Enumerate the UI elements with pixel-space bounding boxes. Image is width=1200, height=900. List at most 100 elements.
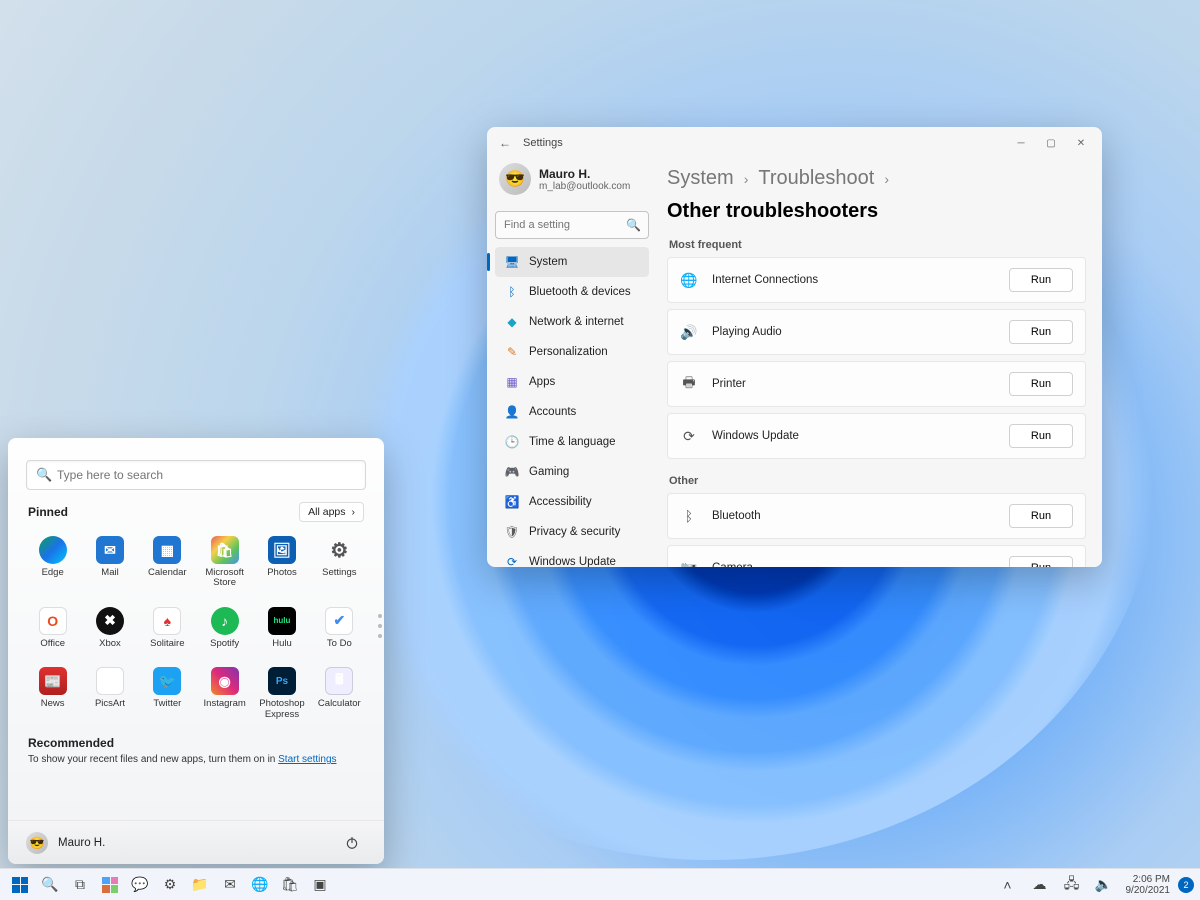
start-user-name: Mauro H. [58, 837, 105, 849]
onedrive-icon[interactable]: ☁ [1026, 871, 1054, 899]
pinned-app-hulu[interactable]: huluHulu [253, 601, 310, 655]
settings-titlebar: ← Settings ─ ▢ ✕ [487, 127, 1102, 159]
all-apps-button[interactable]: All apps › [299, 502, 364, 522]
window-controls: ─ ▢ ✕ [1006, 131, 1096, 155]
sidebar-item-windows-update[interactable]: ⟳Windows Update [495, 547, 649, 567]
network-icon[interactable]: 🖧 [1058, 871, 1086, 899]
nav-label: Privacy & security [529, 526, 620, 538]
app-label: Calendar [148, 568, 187, 578]
taskbar-mail-button[interactable]: ✉ [216, 871, 244, 899]
nav-label: Windows Update [529, 556, 616, 567]
maximize-button[interactable]: ▢ [1036, 131, 1066, 155]
minimize-button[interactable]: ─ [1006, 131, 1036, 155]
pinned-app-office[interactable]: OOffice [24, 601, 81, 655]
pinned-app-news[interactable]: 📰News [24, 661, 81, 726]
run-button[interactable]: Run [1009, 372, 1073, 396]
sidebar-item-privacy-security[interactable]: 🛡Privacy & security [495, 517, 649, 547]
start-footer: 😎 Mauro H. [8, 820, 384, 864]
nav-icon: ᛒ [505, 285, 519, 299]
app-icon: Ps [268, 667, 296, 695]
taskbar-clock[interactable]: 2:06 PM 9/20/2021 [1122, 874, 1175, 896]
pinned-app-picsart[interactable]: P PicsArt [81, 661, 138, 726]
pinned-app-edge[interactable]: Edge [24, 530, 81, 595]
sidebar-item-personalization[interactable]: ✎Personalization [495, 337, 649, 367]
nav-label: Gaming [529, 466, 569, 478]
pinned-app-solitaire[interactable]: ♠Solitaire [139, 601, 196, 655]
close-button[interactable]: ✕ [1066, 131, 1096, 155]
app-label: PicsArt [95, 699, 125, 709]
troubleshooter-label: Internet Connections [712, 274, 995, 286]
troubleshooter-icon: ᛒ [680, 508, 698, 524]
pinned-app-microsoft-store[interactable]: 🛍Microsoft Store [196, 530, 253, 595]
power-button[interactable] [338, 829, 366, 857]
pinned-app-calendar[interactable]: ▦ Calendar [139, 530, 196, 595]
app-icon: P [96, 667, 124, 695]
volume-icon[interactable]: 🔈 [1090, 871, 1118, 899]
taskbar-explorer-button[interactable]: 📁 [186, 871, 214, 899]
troubleshooter-icon: 🌐 [680, 272, 698, 289]
notification-badge[interactable]: 2 [1178, 877, 1194, 893]
app-label: Spotify [210, 639, 239, 649]
sidebar-item-system[interactable]: 🖥 System [495, 247, 649, 277]
sidebar-item-apps[interactable]: ▦Apps [495, 367, 649, 397]
app-icon: 🖩 [325, 667, 353, 695]
taskbar-widgets-button[interactable] [96, 871, 124, 899]
pinned-app-photos[interactable]: 🖼Photos [253, 530, 310, 595]
sidebar-item-network-internet[interactable]: ◆Network & internet [495, 307, 649, 337]
pinned-app-photoshop-express[interactable]: PsPhotoshop Express [253, 661, 310, 726]
breadcrumb-system[interactable]: System [667, 167, 734, 190]
sidebar-item-accounts[interactable]: 👤Accounts [495, 397, 649, 427]
sidebar-item-bluetooth-devices[interactable]: ᛒBluetooth & devices [495, 277, 649, 307]
taskbar-chat-button[interactable]: 💬 [126, 871, 154, 899]
taskbar-settings-button[interactable]: ⚙ [156, 871, 184, 899]
run-button[interactable]: Run [1009, 424, 1073, 448]
window-title: Settings [523, 137, 563, 149]
account-row[interactable]: 😎 Mauro H. m_lab@outlook.com [495, 159, 649, 207]
run-button[interactable]: Run [1009, 268, 1073, 292]
run-button[interactable]: Run [1009, 556, 1073, 567]
nav-icon: 🖥 [505, 255, 519, 269]
page-indicator[interactable] [378, 614, 382, 638]
pinned-app-calculator[interactable]: 🖩Calculator [311, 661, 368, 726]
nav-icon: 🕒 [505, 435, 519, 449]
chevron-right-icon: › [884, 171, 889, 187]
run-button[interactable]: Run [1009, 504, 1073, 528]
troubleshooter-label: Windows Update [712, 430, 995, 442]
app-icon: ▦ [153, 536, 181, 564]
app-icon: 📰 [39, 667, 67, 695]
pinned-app-to-do[interactable]: ✔To Do [311, 601, 368, 655]
pinned-app-mail[interactable]: ✉Mail [81, 530, 138, 595]
taskbar-store-button[interactable]: 🛍 [276, 871, 304, 899]
tray-overflow-button[interactable]: ˄ [994, 871, 1022, 899]
pinned-app-settings[interactable]: ⚙Settings [311, 530, 368, 595]
sidebar-item-gaming[interactable]: 🎮Gaming [495, 457, 649, 487]
run-button[interactable]: Run [1009, 320, 1073, 344]
start-settings-link[interactable]: Start settings [278, 754, 336, 765]
taskbar-edge-button[interactable]: 🌐 [246, 871, 274, 899]
start-search-input[interactable] [26, 460, 366, 490]
taskbar-start-button[interactable] [6, 871, 34, 899]
pinned-app-xbox[interactable]: ✖Xbox [81, 601, 138, 655]
pinned-app-instagram[interactable]: ◉Instagram [196, 661, 253, 726]
nav-label: Accounts [529, 406, 576, 418]
app-icon [39, 536, 67, 564]
app-icon: 🐦 [153, 667, 181, 695]
breadcrumb-troubleshoot[interactable]: Troubleshoot [758, 167, 874, 190]
taskbar-search-button[interactable]: 🔍 [36, 871, 64, 899]
back-button[interactable]: ← [493, 136, 517, 150]
taskbar-terminal-button[interactable]: ▣ [306, 871, 334, 899]
troubleshooter-icon: 🖶 [680, 372, 698, 396]
nav-label: System [529, 256, 567, 268]
pinned-app-spotify[interactable]: ♪Spotify [196, 601, 253, 655]
all-apps-label: All apps [308, 506, 345, 518]
troubleshooter-icon: 📷 [680, 560, 698, 568]
app-label: Photos [267, 568, 297, 578]
nav-label: Accessibility [529, 496, 592, 508]
sidebar-item-accessibility[interactable]: ♿Accessibility [495, 487, 649, 517]
app-icon: 🛍 [211, 536, 239, 564]
sidebar-item-time-language[interactable]: 🕒Time & language [495, 427, 649, 457]
taskbar-taskview-button[interactable]: ⧉ [66, 871, 94, 899]
start-user-button[interactable]: 😎 Mauro H. [26, 832, 105, 854]
account-name: Mauro H. [539, 167, 630, 181]
pinned-app-twitter[interactable]: 🐦Twitter [139, 661, 196, 726]
